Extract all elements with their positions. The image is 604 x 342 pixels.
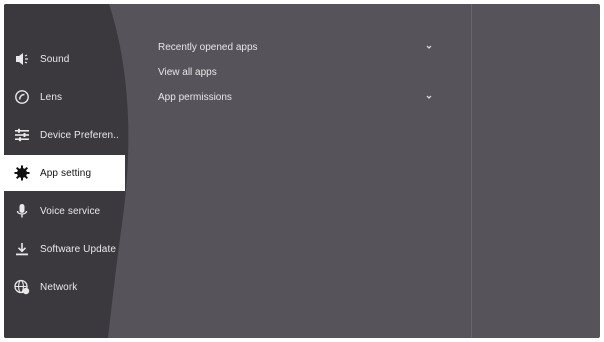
menu-item-label: View all apps (158, 66, 217, 78)
sidebar-item-software-update[interactable]: Software Update (4, 231, 125, 267)
globe-icon (14, 279, 30, 295)
speaker-icon (14, 51, 30, 67)
sidebar-item-label: App setting (40, 167, 92, 179)
sidebar-item-label: Lens (40, 91, 63, 103)
sidebar-item-label: Network (40, 281, 78, 293)
sidebar-item-label: Voice service (40, 205, 101, 217)
menu-item-app-permissions[interactable]: App permissions (158, 86, 438, 108)
settings-screen: Sound Lens Device Preferen.. App setting… (4, 4, 600, 338)
sidebar: Sound Lens Device Preferen.. App setting… (4, 4, 144, 338)
sidebar-item-network[interactable]: Network (4, 269, 125, 305)
panel-divider (471, 4, 472, 338)
lens-icon (14, 89, 30, 105)
sidebar-item-lens[interactable]: Lens (4, 79, 125, 115)
menu-item-view-all-apps[interactable]: View all apps (158, 61, 438, 83)
gear-icon (14, 165, 30, 181)
sliders-icon (14, 127, 30, 143)
chevron-down-icon (424, 92, 434, 102)
sidebar-item-sound[interactable]: Sound (4, 41, 125, 77)
sidebar-item-device-preferences[interactable]: Device Preferen.. (4, 117, 125, 153)
sidebar-item-voice-service[interactable]: Voice service (4, 193, 125, 229)
sidebar-item-label: Device Preferen.. (40, 129, 119, 141)
sidebar-item-app-setting[interactable]: App setting (4, 155, 125, 191)
chevron-down-icon (424, 42, 434, 52)
menu-item-label: App permissions (158, 91, 232, 103)
menu-item-recently-opened-apps[interactable]: Recently opened apps (158, 36, 438, 58)
sidebar-item-label: Software Update (40, 243, 116, 255)
microphone-icon (14, 203, 30, 219)
download-icon (14, 241, 30, 257)
sidebar-item-label: Sound (40, 53, 70, 65)
menu-item-label: Recently opened apps (158, 41, 258, 53)
